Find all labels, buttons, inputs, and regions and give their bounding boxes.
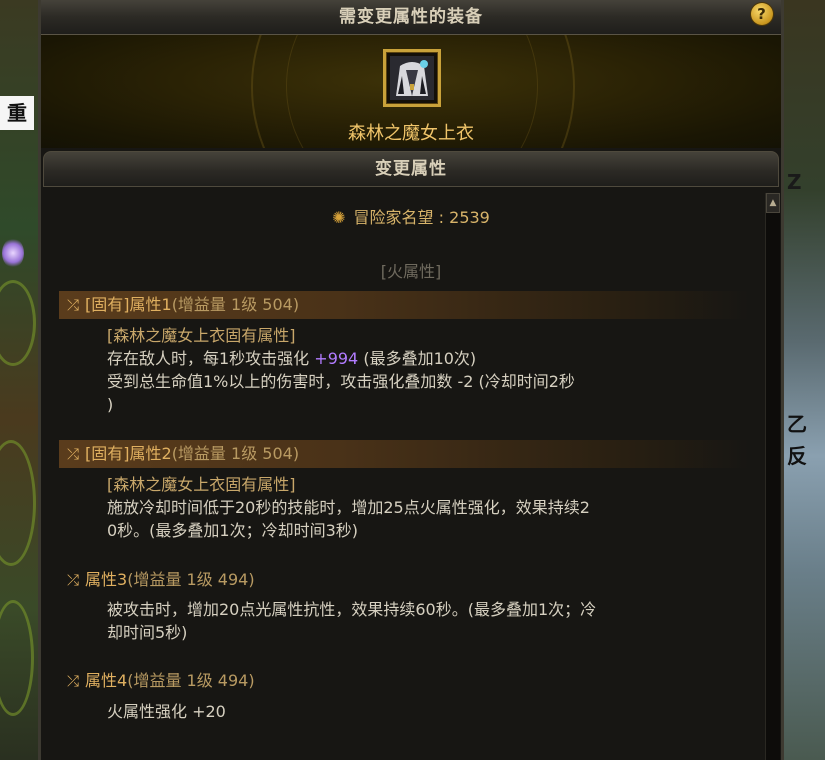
background-vine (0, 280, 36, 366)
help-icon[interactable]: ? (751, 3, 773, 25)
attribute-title: 属性3 (85, 570, 128, 589)
attribute-row-4[interactable]: ⤮ 属性4(增益量 1级 494) (59, 667, 749, 695)
adventurer-reputation: ✺ 冒险家名望 : 2539 (41, 204, 781, 228)
attribute-title: 属性4 (85, 671, 128, 690)
background-text: Z (787, 170, 802, 194)
attribute-detail: (增益量 1级 504) (171, 444, 300, 463)
shuffle-icon: ⤮ (67, 672, 80, 690)
reputation-separator: : (438, 208, 445, 227)
attribute-detail: (增益量 1级 494) (127, 570, 255, 589)
attribute-body-4: 火属性强化 +20 (107, 700, 737, 723)
attribute-line: 火属性强化 +20 (107, 702, 226, 721)
shuffle-icon: ⤮ (67, 296, 80, 314)
attribute-line: ) (107, 395, 114, 414)
section-title: 变更属性 (375, 159, 447, 179)
attribute-body-2: [森林之魔女上衣固有属性] 施放冷却时间低于20秒的技能时，增加25点火属性强化… (107, 473, 737, 542)
equipment-display: 森林之魔女上衣 (41, 35, 781, 148)
game-background-left: 重 (0, 0, 40, 760)
element-tag: [火属性] (380, 262, 442, 281)
attribute-body-1: [森林之魔女上衣固有属性] 存在敌人时，每1秒攻击强化 +994 (最多叠加10… (107, 324, 737, 416)
attribute-line: 存在敌人时，每1秒攻击强化 +994 (最多叠加10次) (107, 349, 477, 368)
background-text: 反 (787, 444, 807, 468)
attribute-line: 被攻击时，增加20点光属性抗性，效果持续60秒。(最多叠加1次；冷 (107, 600, 597, 619)
attribute-row-3[interactable]: ⤮ 属性3(增益量 1级 494) (59, 566, 749, 594)
reputation-value: 2539 (449, 208, 490, 227)
equipment-slot[interactable] (383, 49, 441, 107)
attribute-title: [固有]属性2 (85, 444, 172, 463)
attribute-row-1[interactable]: ⤮ [固有]属性1(增益量 1级 504) (59, 291, 749, 319)
attribute-row-2[interactable]: ⤮ [固有]属性2(增益量 1级 504) (59, 440, 749, 468)
equipment-name: 森林之魔女上衣 (348, 123, 474, 144)
panel-header: 需变更属性的装备 ? (41, 0, 781, 35)
shuffle-icon: ⤮ (67, 571, 80, 589)
attribute-line: 受到总生命值1%以上的伤害时，攻击强化叠加数 -2 (冷却时间2秒 (107, 372, 575, 391)
attribute-line: 却时间5秒) (107, 623, 188, 642)
attribute-line: 施放冷却时间低于20秒的技能时，增加25点火属性强化，效果持续2 (107, 498, 590, 517)
reputation-icon: ✺ (332, 208, 346, 227)
background-glow (2, 238, 24, 268)
attribute-detail: (增益量 1级 504) (171, 295, 300, 314)
attribute-source: [森林之魔女上衣固有属性] (107, 475, 296, 494)
background-sign-text: 重 (0, 96, 34, 130)
attribute-value: +994 (314, 349, 359, 368)
reputation-label: 冒险家名望 (353, 208, 434, 227)
attribute-body-3: 被攻击时，增加20点光属性抗性，效果持续60秒。(最多叠加1次；冷 却时间5秒) (107, 598, 737, 644)
witch-coat-icon (390, 56, 434, 100)
attribute-source: [森林之魔女上衣固有属性] (107, 326, 296, 345)
background-vine (0, 440, 36, 566)
background-vine (0, 600, 34, 716)
attribute-line: 0秒。(最多叠加1次；冷却时间3秒) (107, 521, 359, 540)
panel-title: 需变更属性的装备 (339, 7, 483, 27)
section-header: 变更属性 (43, 151, 779, 187)
attribute-change-panel: 需变更属性的装备 ? 森林之魔女上衣 变更属性 ▲ ✺ 冒险家名望 : 2539 … (38, 0, 784, 760)
attribute-title: [固有]属性1 (85, 295, 172, 314)
shuffle-icon: ⤮ (67, 445, 80, 463)
background-text: 乙 (787, 412, 807, 436)
attribute-detail: (增益量 1级 494) (127, 671, 255, 690)
game-background-right: Z 乙 反 (783, 0, 825, 760)
